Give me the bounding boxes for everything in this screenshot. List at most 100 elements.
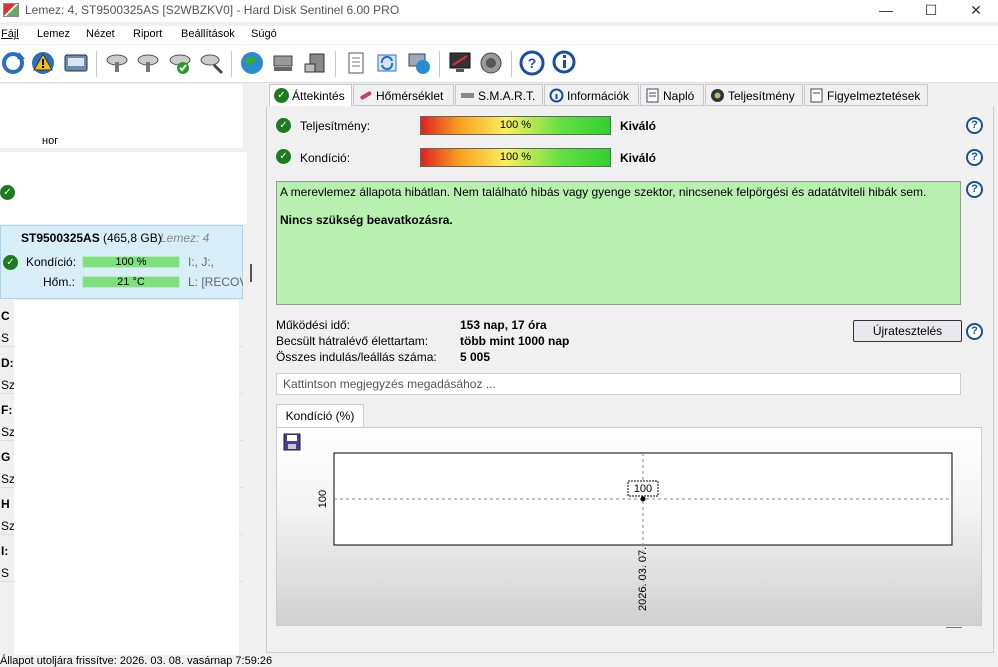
lifetime-label: Becsült hátralévő élettartam:	[276, 334, 429, 348]
check-icon: ✓	[274, 88, 289, 103]
disk-ok-icon[interactable]	[167, 50, 193, 76]
server-icon[interactable]	[302, 50, 328, 76]
tab-label: Teljesítmény	[728, 89, 795, 103]
last-updated: Állapot utoljára frissítve: 2026. 03. 08…	[0, 655, 273, 667]
condition-label: Kondíció:	[300, 151, 351, 165]
status-summary-box: A merevlemez állapota hibátlan. Nem talá…	[276, 181, 961, 305]
condition-chart-area: 100 100 2026. 03. 07.	[276, 427, 982, 628]
temp-bar: 21 °C	[82, 276, 180, 288]
chart-tab-condition[interactable]: Kondíció (%)	[276, 404, 364, 427]
tab-temperature[interactable]: Hőmérséklet	[353, 84, 454, 106]
help-icon[interactable]: ?	[519, 50, 545, 76]
lifetime-value: több mint 1000 nap	[460, 334, 570, 348]
status-action: Nincs szükség beavatkozásra.	[280, 213, 453, 227]
info-icon[interactable]	[551, 50, 577, 76]
volume-sub: Sz	[1, 519, 16, 533]
disk-search-icon[interactable]	[199, 50, 225, 76]
tab-overview[interactable]: ✓ Áttekintés	[269, 84, 352, 107]
menu-view[interactable]: Nézet	[86, 28, 115, 40]
toolbar-separator	[511, 51, 512, 77]
disk-info-icon[interactable]	[104, 50, 130, 76]
close-button[interactable]: ✕	[953, 0, 998, 22]
gauge-icon	[711, 89, 724, 102]
condition-rating: Kiváló	[620, 151, 657, 165]
x-tick-label: 2026. 03. 07.	[637, 547, 649, 611]
performance-bar: 100 %	[420, 116, 611, 135]
report-icon[interactable]	[343, 50, 369, 76]
menu-bar: Fájl Lemez Nézet Riport Beállítások Súgó	[0, 26, 998, 44]
comment-field[interactable]: Kattintson megjegyzés megadásához ...	[276, 373, 961, 395]
y-tick-label: 100	[317, 490, 329, 508]
scroll-grip[interactable]	[946, 627, 962, 628]
tab-label: Információk	[567, 89, 630, 103]
minimize-button[interactable]: —	[863, 0, 909, 22]
help-icon[interactable]: ?	[966, 117, 983, 134]
refresh-icon[interactable]	[0, 50, 26, 76]
thermometer-icon	[360, 91, 372, 100]
menu-help[interactable]: Súgó	[251, 28, 277, 40]
volume-sub: Sz	[1, 425, 16, 439]
menu-settings[interactable]: Beállítások	[181, 28, 235, 40]
status-bar: Állapot utoljára frissítve: 2026. 03. 08…	[0, 655, 998, 667]
toolbar-separator	[439, 51, 440, 77]
app-icon	[3, 3, 19, 17]
check-icon: ✓	[276, 149, 291, 164]
tab-label: Napló	[663, 89, 695, 103]
drive-icon[interactable]	[63, 50, 89, 76]
volume-letter: G	[1, 450, 11, 464]
tab-label: Figyelmeztetések	[827, 89, 921, 103]
menu-disk[interactable]: Lemez	[37, 28, 70, 40]
disk-test-icon[interactable]	[135, 50, 161, 76]
disk-entry-redacted[interactable]	[0, 152, 247, 224]
drive-letters: I:, J:,	[188, 255, 215, 269]
volume-letter: D:	[1, 356, 14, 370]
monitor-icon[interactable]	[447, 50, 473, 76]
tab-performance[interactable]: Teljesítmény	[705, 84, 803, 106]
data-point	[640, 496, 646, 502]
disk-entry-redacted[interactable]	[0, 84, 243, 148]
partial-label: ног	[42, 135, 59, 147]
maximize-button[interactable]: ☐	[908, 0, 954, 22]
disk-name: ST9500325AS	[21, 231, 100, 245]
retest-button[interactable]: Újratesztelés	[853, 320, 962, 342]
tab-smart[interactable]: S.M.A.R.T.	[455, 84, 543, 106]
window-title: Lemez: 4, ST9500325AS [S2WBZKV0] - Hard …	[25, 3, 400, 17]
temp-label: Hőm.:	[43, 275, 76, 289]
toolbar-separator	[335, 51, 336, 77]
tab-label: Áttekintés	[292, 89, 345, 103]
disk-list-panel: ног ✓ ST9500325AS (465,8 GB) Lemez: 4 ✓ …	[0, 84, 260, 656]
speaker-icon[interactable]	[478, 50, 504, 76]
uptime-label: Működési idő:	[276, 318, 351, 332]
volume-letter: C	[1, 309, 10, 323]
volume-sub: S	[1, 566, 10, 580]
tab-alerts[interactable]: Figyelmeztetések	[804, 84, 928, 106]
scrollbar[interactable]	[250, 264, 252, 282]
condition-bar: 100 %	[82, 256, 180, 268]
menu-file[interactable]: Fájl	[1, 28, 19, 40]
globe-icon[interactable]	[239, 50, 265, 76]
check-icon: ✓	[3, 255, 18, 270]
condition-chart: 100 100 2026. 03. 07.	[317, 452, 953, 611]
toolbar: ?	[0, 45, 998, 83]
help-icon[interactable]: ?	[966, 181, 983, 198]
help-icon[interactable]: ?	[966, 149, 983, 166]
condition-label: Kondíció:	[26, 255, 77, 269]
toolbar-separator	[231, 51, 232, 77]
alerts-icon	[810, 88, 823, 103]
sync-icon[interactable]	[374, 50, 400, 76]
volume-sub: S	[1, 331, 10, 345]
tab-log[interactable]: Napló	[640, 84, 704, 106]
alert-icon[interactable]	[30, 50, 56, 76]
status-text: A merevlemez állapota hibátlan. Nem talá…	[280, 185, 927, 199]
volume-letter: I:	[1, 544, 9, 558]
help-icon[interactable]: ?	[966, 323, 983, 340]
drive-letters: L: [RECOV	[188, 275, 243, 289]
disk-number: Lemez: 4	[160, 231, 210, 245]
disk-entry-selected[interactable]: ST9500325AS (465,8 GB) Lemez: 4 ✓ Kondíc…	[0, 225, 252, 299]
tab-information[interactable]: Információk	[544, 84, 639, 106]
check-icon: ✓	[0, 185, 15, 200]
network-drive-icon[interactable]	[270, 50, 296, 76]
menu-report[interactable]: Riport	[133, 28, 162, 40]
performance-label: Teljesítmény:	[300, 119, 371, 133]
network-globe-icon[interactable]	[406, 50, 432, 76]
